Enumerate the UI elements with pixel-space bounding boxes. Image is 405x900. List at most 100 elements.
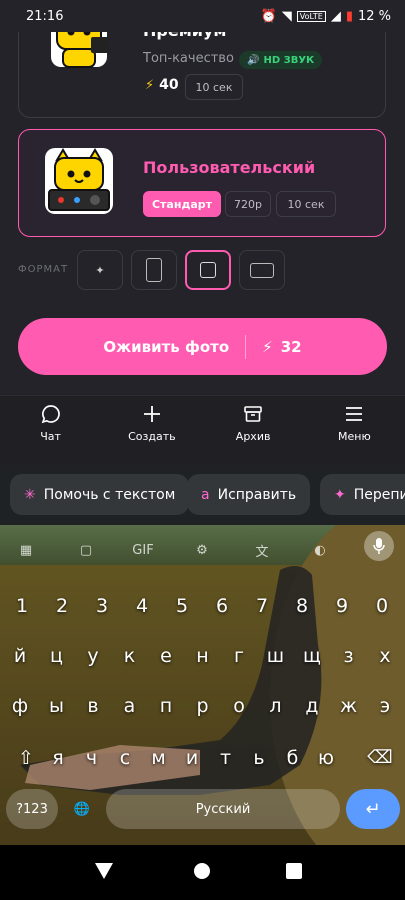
palette-icon[interactable]: ◐ [308, 535, 332, 565]
key-з[interactable]: з [329, 645, 369, 667]
cost-indicator: ⚡ 40 [145, 77, 179, 93]
back-icon[interactable] [95, 863, 113, 879]
key-ж[interactable]: ж [329, 695, 369, 717]
apps-grid-icon[interactable]: ▦ [14, 535, 38, 565]
mic-glyph-icon [373, 538, 385, 554]
key-4[interactable]: 4 [122, 595, 162, 617]
key-ц[interactable]: ц [37, 645, 77, 667]
key-2[interactable]: 2 [42, 595, 82, 617]
nav-label: Архив [235, 430, 271, 443]
nav-create[interactable]: Создать [101, 396, 202, 466]
landscape-icon [250, 262, 274, 278]
key-щ[interactable]: щ [292, 645, 332, 667]
duration-pill[interactable]: 10 сек [276, 191, 336, 217]
app-screen: Премиум Топ-качество 🔊 HD ЗВУК ⚡ 40 10 с… [0, 0, 405, 466]
sparkle-icon: ✦ [95, 263, 105, 277]
hd-sound-badge: 🔊 HD ЗВУК [239, 51, 323, 69]
key-э[interactable]: э [365, 695, 405, 717]
suggestion-help-writing[interactable]: ✳ Помочь с текстом [10, 474, 190, 515]
card-title: Пользовательский [143, 158, 316, 177]
duration-pill[interactable]: 10 сек [185, 74, 243, 100]
menu-icon [346, 407, 363, 421]
suggestion-label: Перепи [353, 486, 405, 503]
bolt-icon: ⚡ [145, 77, 155, 93]
suggestion-label: Исправить [217, 486, 297, 503]
tariff-card-custom[interactable]: Пользовательский Стандарт 720p 10 сек [18, 129, 386, 237]
key-5[interactable]: 5 [162, 595, 202, 617]
key-ы[interactable]: ы [37, 695, 77, 717]
format-square-button[interactable] [185, 250, 231, 290]
portrait-icon [146, 258, 162, 282]
cta-divider [245, 334, 247, 359]
key-3[interactable]: 3 [82, 595, 122, 617]
globe-icon[interactable]: 🌐 [62, 789, 102, 829]
nav-label: Меню [338, 430, 371, 443]
enter-key[interactable]: ↵ [346, 789, 400, 829]
suggestion-label: Помочь с текстом [43, 486, 176, 503]
key-ю[interactable]: ю [306, 747, 346, 769]
key-в[interactable]: в [73, 695, 113, 717]
symbols-key[interactable]: ?123 [6, 789, 58, 829]
sparkle-icon: ✦ [334, 486, 346, 503]
cta-cost: 32 [280, 337, 302, 356]
key-к[interactable]: к [110, 645, 150, 667]
key-а[interactable]: а [110, 695, 150, 717]
animate-photo-button[interactable]: Оживить фото ⚡ 32 [18, 318, 387, 375]
quality-standard-pill[interactable]: Стандарт [143, 191, 221, 217]
key-н[interactable]: н [183, 645, 223, 667]
cost-value: 40 [159, 77, 179, 93]
resolution-pill[interactable]: 720p [225, 191, 271, 217]
wifi-icon: ◥ [281, 8, 292, 24]
key-9[interactable]: 9 [322, 595, 362, 617]
key-п[interactable]: п [146, 695, 186, 717]
key-о[interactable]: о [219, 695, 259, 717]
battery-level: 12 % [357, 8, 391, 24]
key-8[interactable]: 8 [282, 595, 322, 617]
bolt-icon: ⚡ [262, 337, 273, 356]
key-д[interactable]: д [292, 695, 332, 717]
suggestion-fix[interactable]: a Исправить [187, 474, 311, 515]
nav-archive[interactable]: Архив [203, 396, 304, 466]
backspace-key[interactable]: ⌫ [360, 747, 400, 768]
microphone-icon[interactable] [364, 531, 394, 561]
sticker-icon[interactable]: ▢ [74, 535, 98, 565]
nav-label: Создать [128, 430, 176, 443]
key-1[interactable]: 1 [2, 595, 42, 617]
clock: 21:16 [26, 8, 64, 24]
key-6[interactable]: 6 [202, 595, 242, 617]
key-7[interactable]: 7 [242, 595, 282, 617]
key-х[interactable]: х [365, 645, 405, 667]
format-auto-button[interactable]: ✦ [77, 250, 123, 290]
recents-icon[interactable] [286, 863, 302, 879]
key-л[interactable]: л [256, 695, 296, 717]
key-й[interactable]: й [0, 645, 40, 667]
format-portrait-button[interactable] [131, 250, 177, 290]
key-г[interactable]: г [219, 645, 259, 667]
key-ф[interactable]: ф [0, 695, 40, 717]
format-label: ФОРМАТ [18, 264, 69, 275]
system-nav-bar [0, 845, 405, 900]
key-е[interactable]: е [146, 645, 186, 667]
nav-menu[interactable]: Меню [304, 396, 405, 466]
archive-icon [244, 406, 262, 422]
volte-label: VoLTE [296, 10, 326, 22]
home-icon[interactable] [193, 862, 211, 880]
settings-gear-icon[interactable]: ⚙ [190, 535, 214, 565]
status-bar: 21:16 ⏰ ◥ VoLTE ◢ ▮ 12 % [0, 0, 405, 32]
suggestion-rewrite[interactable]: ✦ Перепи [320, 474, 405, 515]
nav-label: Чат [40, 430, 61, 443]
space-key[interactable]: Русский [106, 789, 340, 829]
format-landscape-button[interactable] [239, 250, 285, 290]
square-icon [200, 262, 216, 278]
gif-button[interactable]: GIF [128, 535, 158, 565]
key-у[interactable]: у [73, 645, 113, 667]
hd-sound-label: HD ЗВУК [263, 54, 315, 66]
key-р[interactable]: р [183, 695, 223, 717]
shift-key[interactable]: ⇧ [6, 747, 46, 769]
nav-chat[interactable]: Чат [0, 396, 101, 466]
key-0[interactable]: 0 [362, 595, 402, 617]
key-ш[interactable]: ш [256, 645, 296, 667]
alarm-icon: ⏰ [260, 8, 277, 24]
translate-icon[interactable]: 文 [250, 535, 274, 565]
cta-label: Оживить фото [103, 337, 230, 356]
